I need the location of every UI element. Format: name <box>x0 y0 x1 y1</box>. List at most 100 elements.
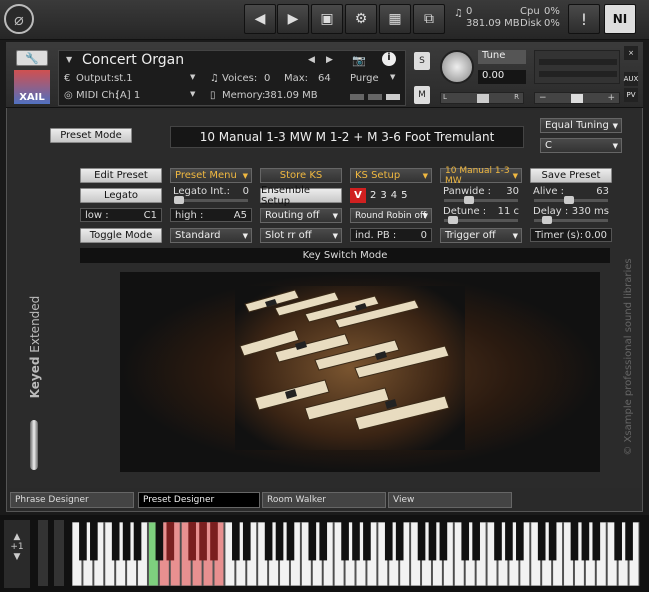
midi-value[interactable]: [A] 1 <box>116 90 140 101</box>
black-key[interactable] <box>232 522 240 561</box>
resize-icon[interactable]: ⧉ <box>413 4 445 34</box>
ks-preset-dropdown[interactable]: 10 Manual 1-3 MW ▼ <box>440 166 522 186</box>
preset-mode-button[interactable]: Preset Mode <box>50 128 132 143</box>
legato-int-thumb[interactable] <box>174 196 184 204</box>
black-key[interactable] <box>439 522 448 561</box>
panwide-slider[interactable]: Panwide :30 <box>440 186 522 204</box>
black-key[interactable] <box>122 522 131 561</box>
black-key[interactable] <box>242 522 251 561</box>
wrench-icon[interactable]: 🔧 <box>16 50 48 66</box>
purge-label[interactable]: Purge <box>350 73 379 84</box>
save-icon[interactable]: ▣ <box>311 4 343 34</box>
tune-knob[interactable] <box>440 50 474 84</box>
next-instrument-icon[interactable]: ▶ <box>326 55 333 65</box>
routing-dropdown[interactable]: Routing off ▼ <box>260 208 342 223</box>
volume-slider[interactable]: − + <box>534 92 620 104</box>
edit-preset-button[interactable]: Edit Preset <box>80 168 162 183</box>
ensemble-setup-button[interactable]: Ensemble Setup <box>260 185 342 207</box>
slot-rr-dropdown[interactable]: Slot rr off ▼ <box>260 228 342 243</box>
pitch-bend-wheel[interactable] <box>54 520 64 586</box>
black-key[interactable] <box>625 522 633 561</box>
black-key[interactable] <box>210 522 218 561</box>
black-key[interactable] <box>461 522 470 561</box>
ks-number-3[interactable]: 3 <box>380 190 386 201</box>
kontakt-logo-icon[interactable]: ⌀ <box>4 4 34 34</box>
black-key[interactable] <box>395 522 404 561</box>
solo-button[interactable]: S <box>414 52 430 70</box>
black-key[interactable] <box>363 522 371 561</box>
gear-icon[interactable]: ⚙ <box>345 4 377 34</box>
ind-pb-field[interactable]: ind. PB : 0 <box>350 228 432 242</box>
pv-button[interactable]: PV <box>624 88 638 102</box>
black-key[interactable] <box>264 522 273 561</box>
output-value[interactable]: st.1 <box>114 73 133 84</box>
alert-icon[interactable]: ! <box>568 4 600 34</box>
prev-instrument-icon[interactable]: ◀ <box>308 55 315 65</box>
black-key[interactable] <box>428 522 437 561</box>
panwide-thumb[interactable] <box>464 196 474 204</box>
next-icon[interactable]: ▶ <box>277 4 309 34</box>
black-key[interactable] <box>90 522 98 561</box>
black-key[interactable] <box>155 522 164 561</box>
black-key[interactable] <box>537 522 546 561</box>
legato-int-slider[interactable]: Legato Int.: 0 <box>170 186 252 204</box>
midi-dropdown-icon[interactable]: ▼ <box>190 90 195 98</box>
black-key[interactable] <box>166 522 175 561</box>
black-key[interactable] <box>188 522 196 561</box>
tab-phrase-designer[interactable]: Phrase Designer <box>10 492 134 508</box>
standard-dropdown[interactable]: Standard ▼ <box>170 228 252 243</box>
pan-slider[interactable]: L R <box>440 92 524 104</box>
black-key[interactable] <box>319 522 328 561</box>
black-key[interactable] <box>133 522 142 561</box>
ks-number-2[interactable]: 2 <box>370 190 376 201</box>
black-key[interactable] <box>275 522 284 561</box>
black-key[interactable] <box>79 522 87 561</box>
scroll-handle[interactable] <box>30 420 38 470</box>
tab-preset-designer[interactable]: Preset Designer <box>138 492 260 508</box>
trigger-dropdown[interactable]: Trigger off ▼ <box>440 228 522 243</box>
save-preset-button[interactable]: Save Preset <box>530 168 612 183</box>
tab-view[interactable]: View <box>388 492 512 508</box>
octave-up-icon[interactable]: ▲ <box>4 532 30 542</box>
volume-thumb[interactable] <box>571 94 583 103</box>
mod-wheel[interactable] <box>38 520 48 586</box>
black-key[interactable] <box>111 522 120 561</box>
black-key[interactable] <box>494 522 502 561</box>
delay-thumb[interactable] <box>542 216 552 224</box>
detune-slider[interactable]: Detune :11 c <box>440 206 522 224</box>
black-key[interactable] <box>548 522 557 561</box>
black-key[interactable] <box>505 522 513 561</box>
ni-logo[interactable]: NI <box>604 4 636 34</box>
legato-button[interactable]: Legato <box>80 188 162 203</box>
prev-icon[interactable]: ◀ <box>244 4 276 34</box>
black-key[interactable] <box>286 522 295 561</box>
store-ks-button[interactable]: Store KS <box>260 168 342 183</box>
purge-dropdown-icon[interactable]: ▼ <box>390 73 395 81</box>
ks-number-4[interactable]: 4 <box>391 190 397 201</box>
info-icon[interactable]: i <box>382 52 396 66</box>
tuning-dropdown[interactable]: Equal Tuning ▼ <box>540 118 622 133</box>
black-key[interactable] <box>614 522 622 561</box>
high-field[interactable]: high : A5 <box>170 208 252 222</box>
black-key[interactable] <box>417 522 426 561</box>
alive-thumb[interactable] <box>564 196 574 204</box>
black-key[interactable] <box>384 522 393 561</box>
black-key[interactable] <box>581 522 590 561</box>
detune-thumb[interactable] <box>448 216 458 224</box>
max-value[interactable]: 64 <box>318 73 331 84</box>
layout-icon[interactable]: ▦ <box>379 4 411 34</box>
octave-control[interactable]: ▲ +1 ▼ <box>4 520 30 588</box>
low-field[interactable]: low : C1 <box>80 208 162 222</box>
black-key[interactable] <box>199 522 207 561</box>
ks-number-5[interactable]: 5 <box>401 190 407 201</box>
timer-field[interactable]: Timer (s): 0.00 <box>530 228 612 242</box>
ks-number-v[interactable]: V <box>350 188 366 203</box>
root-key-dropdown[interactable]: C ▼ <box>540 138 622 153</box>
collapse-icon[interactable]: ▼ <box>66 55 72 64</box>
round-robin-dropdown[interactable]: Round Robin off ▼ <box>350 208 432 223</box>
tab-room-walker[interactable]: Room Walker <box>262 492 386 508</box>
aux-button[interactable]: AUX <box>624 72 638 86</box>
octave-down-icon[interactable]: ▼ <box>4 552 30 562</box>
instrument-title[interactable]: Concert Organ <box>82 52 184 68</box>
preset-menu-dropdown[interactable]: Preset Menu ▼ <box>170 168 252 183</box>
